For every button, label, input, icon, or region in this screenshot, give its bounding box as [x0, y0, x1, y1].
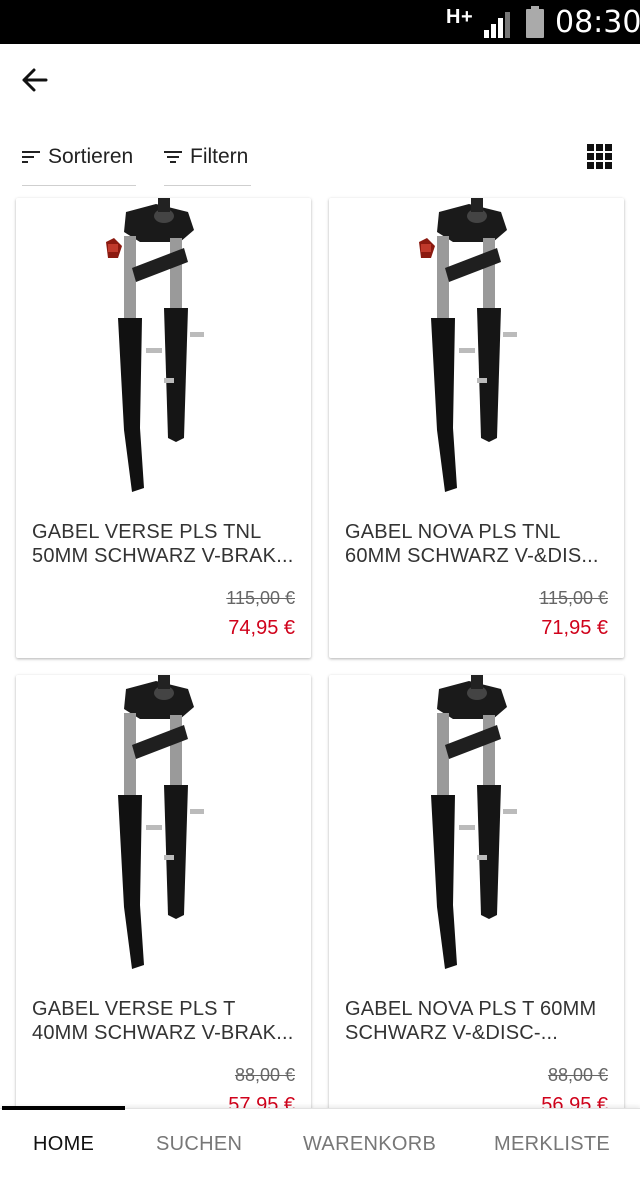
sale-price: 71,95 €: [541, 617, 608, 639]
product-title-line: 40MM SCHWARZ V-BRAK...: [32, 1022, 294, 1044]
nav-home[interactable]: HOME: [33, 1133, 94, 1156]
product-title-line: SCHWARZ V-&DISC-...: [345, 1022, 559, 1044]
product-title-line: 50MM SCHWARZ V-BRAK...: [32, 545, 294, 567]
bottom-navigation: HOME SUCHEN WARENKORB MERKLISTE: [0, 1106, 640, 1181]
back-button[interactable]: [14, 60, 54, 100]
filter-label: Filtern: [190, 144, 249, 168]
suspension-fork-image: [117, 675, 204, 969]
old-price: 115,00 €: [539, 588, 608, 608]
product-card[interactable]: GABEL VERSE PLS TNL 50MM SCHWARZ V-BRAK.…: [16, 198, 311, 658]
product-title-line: GABEL VERSE PLS T: [32, 998, 236, 1020]
product-title: GABEL VERSE PLS T 40MM SCHWARZ V-BRAK...: [32, 997, 296, 1045]
arrow-left-icon: [22, 68, 48, 92]
old-price: 88,00 €: [547, 1065, 608, 1085]
product-title-line: GABEL NOVA PLS T 60MM: [345, 998, 597, 1020]
filter-button[interactable]: Filtern: [164, 128, 251, 186]
suspension-fork-image: [430, 675, 517, 969]
product-image: [329, 198, 624, 498]
product-image: [329, 675, 624, 975]
product-card[interactable]: GABEL NOVA PLS T 60MM SCHWARZ V-&DISC-..…: [329, 675, 624, 1135]
product-image: [16, 198, 311, 498]
grid-view-icon[interactable]: [586, 143, 614, 171]
clock: 08:30: [555, 5, 640, 40]
nav-search[interactable]: SUCHEN: [156, 1133, 242, 1156]
sort-icon: [22, 150, 40, 163]
network-type: H+: [446, 6, 474, 28]
old-price: 88,00 €: [234, 1065, 295, 1085]
status-bar: H+ 08:30: [0, 0, 640, 44]
app-bar: [0, 44, 640, 120]
product-title: GABEL NOVA PLS T 60MM SCHWARZ V-&DISC-..…: [345, 997, 609, 1045]
product-title: GABEL NOVA PLS TNL 60MM SCHWARZ V-&DIS..…: [345, 520, 609, 568]
battery-icon: [526, 6, 544, 38]
nav-cart[interactable]: WARENKORB: [303, 1133, 436, 1156]
signal-icon: [484, 12, 510, 38]
sale-price: 74,95 €: [228, 617, 295, 639]
suspension-fork-image: [418, 198, 517, 492]
sort-button[interactable]: Sortieren: [22, 128, 136, 186]
active-tab-indicator: [2, 1106, 125, 1110]
product-title-line: 60MM SCHWARZ V-&DIS...: [345, 545, 599, 567]
product-card[interactable]: GABEL VERSE PLS T 40MM SCHWARZ V-BRAK...…: [16, 675, 311, 1135]
filter-icon: [164, 150, 182, 163]
product-card[interactable]: GABEL NOVA PLS TNL 60MM SCHWARZ V-&DIS..…: [329, 198, 624, 658]
product-title: GABEL VERSE PLS TNL 50MM SCHWARZ V-BRAK.…: [32, 520, 296, 568]
sort-label: Sortieren: [48, 144, 134, 168]
product-title-line: GABEL VERSE PLS TNL: [32, 521, 262, 543]
sort-filter-bar: Sortieren Filtern: [0, 128, 640, 188]
product-title-line: GABEL NOVA PLS TNL: [345, 521, 561, 543]
suspension-fork-image: [105, 198, 204, 492]
nav-wishlist[interactable]: MERKLISTE: [494, 1133, 610, 1156]
old-price: 115,00 €: [226, 588, 295, 608]
product-image: [16, 675, 311, 975]
